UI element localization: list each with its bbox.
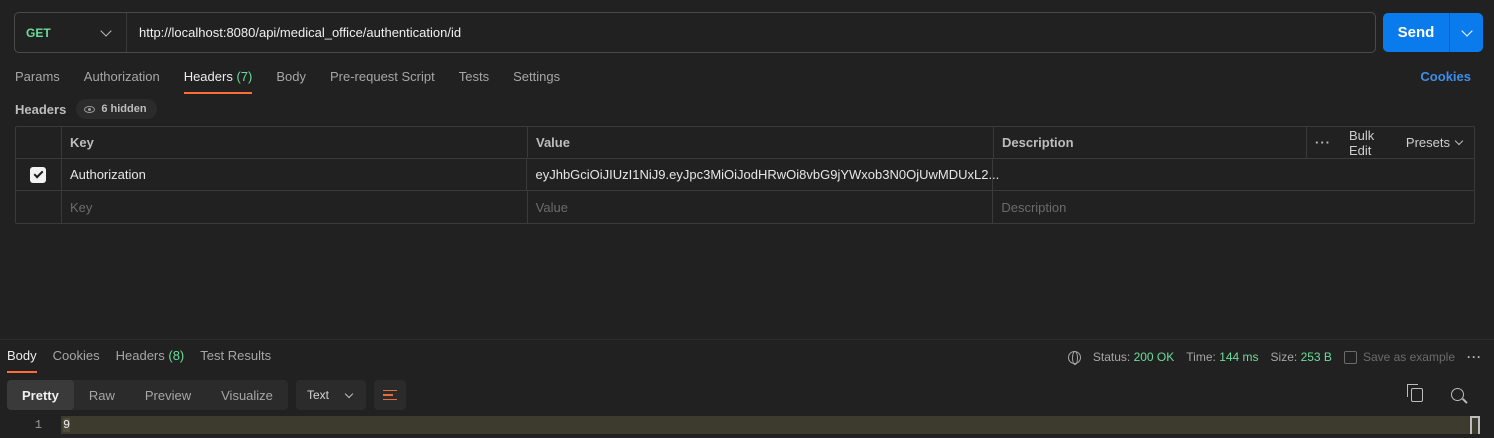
- tab-label: Tests: [458, 69, 490, 84]
- view-mode-group: Pretty Raw Preview Visualize: [7, 380, 288, 410]
- text-cursor-icon: [1470, 416, 1480, 434]
- key-column-header: Key: [62, 127, 528, 158]
- tab-test-results[interactable]: Test Results: [200, 347, 271, 373]
- tab-body[interactable]: Body: [276, 68, 306, 94]
- check-column-header: [16, 127, 62, 158]
- headers-section-header: Headers 6 hidden: [15, 99, 157, 119]
- header-enabled-checkbox[interactable]: [30, 166, 47, 183]
- time-label: Time:: [1186, 350, 1216, 364]
- tab-label: Headers: [115, 348, 165, 363]
- header-value-cell[interactable]: eyJhbGciOiJIUzI1NiJ9.eyJpc3MiOiJodHRwOi8…: [527, 159, 999, 190]
- tab-response-cookies[interactable]: Cookies: [53, 347, 100, 373]
- chevron-down-icon: [1460, 24, 1473, 37]
- status-value: 200 OK: [1133, 350, 1175, 364]
- size-info: Size: 253 B: [1271, 350, 1332, 364]
- save-as-example-button[interactable]: Save as example: [1343, 350, 1455, 364]
- tab-settings[interactable]: Settings: [513, 68, 560, 94]
- new-value-input[interactable]: Value: [528, 191, 994, 223]
- url-bar: GET: [14, 12, 1376, 53]
- table-tools: ··· Bulk Edit Presets: [1307, 127, 1474, 158]
- tab-pre-request-script[interactable]: Pre-request Script: [330, 68, 435, 94]
- tab-tests[interactable]: Tests: [459, 68, 489, 94]
- header-description-cell[interactable]: [993, 159, 1474, 190]
- format-label: Text: [307, 388, 330, 402]
- new-description-input[interactable]: Description: [993, 191, 1474, 223]
- presets-label: Presets: [1405, 135, 1450, 150]
- tab-count: (7): [236, 69, 253, 84]
- view-pretty-button[interactable]: Pretty: [7, 380, 74, 410]
- tab-count: (8): [168, 348, 185, 363]
- line-number: 1: [34, 418, 42, 432]
- send-button[interactable]: Send: [1383, 13, 1449, 52]
- table-row-empty: Key Value Description: [16, 191, 1474, 223]
- response-tabs: Body Cookies Headers (8) Test Results: [7, 347, 271, 373]
- description-column-header: Description: [994, 127, 1307, 158]
- method-label: GET: [26, 25, 51, 40]
- search-icon[interactable]: [1451, 388, 1464, 401]
- copy-icon[interactable]: [1407, 384, 1423, 402]
- more-options-icon[interactable]: ···: [1315, 135, 1331, 150]
- tab-label: Body: [276, 69, 306, 84]
- headers-title: Headers: [15, 101, 67, 117]
- chevron-down-icon: [100, 24, 112, 37]
- method-select[interactable]: GET: [15, 13, 127, 52]
- tab-label: Settings: [513, 69, 561, 84]
- url-input[interactable]: [127, 13, 1375, 52]
- value-column-header: Value: [528, 127, 994, 158]
- tab-label: Headers: [183, 69, 233, 84]
- response-meta: Status: 200 OK Time: 144 ms Size: 253 B …: [1067, 347, 1482, 367]
- status-label: Status:: [1092, 350, 1131, 364]
- hidden-headers-toggle[interactable]: 6 hidden: [76, 99, 157, 119]
- bulk-edit-button[interactable]: Bulk Edit: [1349, 128, 1388, 158]
- tab-label: Authorization: [83, 69, 160, 84]
- tab-label: Pre-request Script: [329, 69, 435, 84]
- table-row: Authorization eyJhbGciOiJIUzI1NiJ9.eyJpc…: [16, 159, 1474, 191]
- status-info: Status: 200 OK: [1093, 350, 1174, 364]
- format-select[interactable]: Text: [296, 380, 366, 410]
- save-example-label: Save as example: [1362, 350, 1455, 364]
- size-value: 253 B: [1300, 350, 1332, 364]
- chevron-down-icon: [344, 389, 354, 398]
- tab-label: Params: [15, 69, 60, 84]
- wrap-lines-button[interactable]: [374, 380, 406, 410]
- presets-dropdown[interactable]: Presets: [1405, 135, 1464, 150]
- hidden-count-label: 6 hidden: [101, 103, 147, 115]
- row-check-cell: [16, 159, 62, 190]
- chevron-down-icon: [1454, 136, 1464, 146]
- view-visualize-button[interactable]: Visualize: [206, 380, 288, 410]
- tab-headers[interactable]: Headers (7): [183, 68, 253, 94]
- globe-icon[interactable]: [1067, 350, 1081, 365]
- checkmark-icon: [33, 168, 44, 179]
- view-raw-button[interactable]: Raw: [74, 380, 130, 410]
- more-options-icon[interactable]: ···: [1467, 350, 1482, 364]
- tab-response-body[interactable]: Body: [7, 347, 37, 373]
- time-value: 144 ms: [1219, 350, 1259, 364]
- tab-label: Body: [7, 348, 37, 363]
- send-button-group: Send: [1383, 13, 1483, 52]
- table-header-row: Key Value Description ··· Bulk Edit Pres…: [16, 127, 1474, 159]
- code-value: 9: [63, 418, 71, 432]
- row-check-cell: [16, 191, 62, 223]
- headers-table: Key Value Description ··· Bulk Edit Pres…: [15, 126, 1475, 224]
- tab-label: Test Results: [200, 348, 272, 363]
- tab-label: Cookies: [52, 348, 100, 363]
- header-key-cell[interactable]: Authorization: [62, 159, 528, 190]
- code-line: 1 9: [0, 416, 1494, 434]
- tab-params[interactable]: Params: [15, 68, 60, 94]
- save-icon: [1343, 350, 1357, 364]
- tab-authorization[interactable]: Authorization: [84, 68, 160, 94]
- time-info: Time: 144 ms: [1186, 350, 1258, 364]
- send-options-button[interactable]: [1449, 13, 1483, 52]
- code-text[interactable]: 9: [61, 416, 1480, 434]
- tab-response-headers[interactable]: Headers (8): [116, 347, 185, 373]
- new-key-input[interactable]: Key: [62, 191, 528, 223]
- eye-icon: [84, 105, 96, 113]
- view-preview-button[interactable]: Preview: [130, 380, 206, 410]
- section-divider: [0, 339, 1494, 340]
- request-tabs: Params Authorization Headers (7) Body Pr…: [15, 68, 560, 94]
- cookies-link[interactable]: Cookies: [1420, 69, 1471, 84]
- size-label: Size:: [1270, 350, 1298, 364]
- wrap-lines-icon: [383, 390, 397, 400]
